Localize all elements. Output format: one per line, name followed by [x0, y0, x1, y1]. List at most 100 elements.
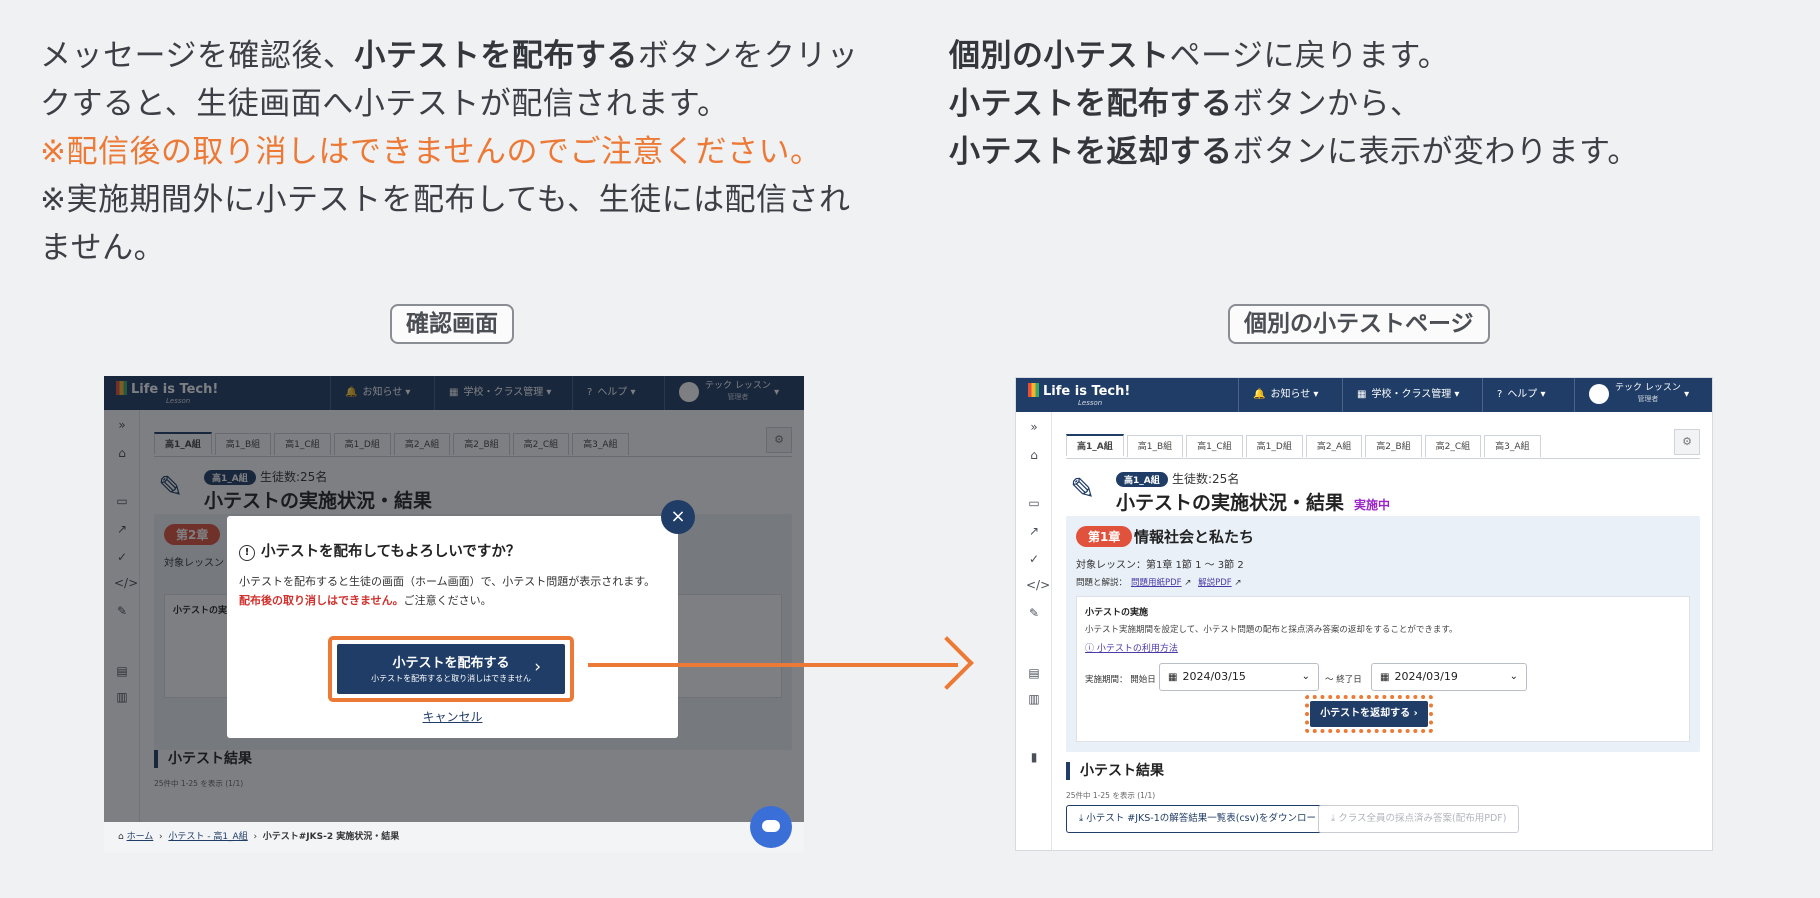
card-title: 小テストの実施 — [1085, 608, 1149, 618]
tab-class[interactable]: 高1_C組 — [1186, 435, 1243, 457]
modal-body: 小テストを配布すると生徒の画面（ホーム画面）で、小テスト問題が表示されます。 配布… — [239, 572, 669, 610]
cancel-link[interactable]: キャンセル — [227, 708, 678, 725]
confirm-modal: ! 小テストを配布してもよろしいですか？ 小テストを配布すると生徒の画面（ホーム画… — [227, 516, 678, 738]
instruction-text: ボタンに表示が変わります。 — [1232, 134, 1639, 170]
help-link-text: 小テストの利用方法 — [1096, 644, 1178, 654]
tab-class[interactable]: 高2_A組 — [1305, 435, 1363, 457]
chart-icon[interactable]: ▮ — [1026, 750, 1042, 764]
tab-class[interactable]: 高1_B組 — [1126, 435, 1184, 457]
tab-class[interactable]: 高1_D組 — [1245, 435, 1303, 457]
chevron-down-icon: ⌄ — [1301, 671, 1310, 682]
end-date-picker[interactable]: ▦ 2024/03/19 ⌄ — [1371, 663, 1527, 691]
status-badge: 実施中 — [1354, 498, 1391, 512]
quiz-page-screenshot: Life is Tech! Lesson 🔔 お知らせ ▾ ▦ 学校・クラス管理 ▾ … — [1015, 377, 1713, 851]
class-badge: 高1_A組 — [1116, 472, 1168, 487]
instruction-bold: 小テストを配布する — [949, 86, 1233, 122]
download-csv-label: 小テスト #JKS-1の解答結果一覧表(csv)をダウンロード — [1086, 813, 1326, 824]
confirm-screenshot: Life is Tech!Lesson 🔔お知らせ ▾ ▦学校・クラス管理 ▾ … — [104, 376, 804, 852]
download-csv-button[interactable]: ⤓ 小テスト #JKS-1の解答結果一覧表(csv)をダウンロード — [1066, 805, 1339, 833]
logo-text: Life is Tech! — [1043, 384, 1131, 399]
instruction-text: ページに戻ります。 — [1169, 38, 1450, 74]
user-name: テック レッスン管理者 — [1615, 383, 1681, 405]
lesson-line: 対象レッスン：第1章 1節 1 〜 3節 2 — [1076, 560, 1244, 571]
class-tabs: 高1_A組高1_B組高1_C組高1_D組高2_A組高2_B組高2_C組高3_A組 — [1066, 434, 1544, 458]
tab-class[interactable]: 高2_B組 — [1365, 435, 1422, 457]
main-content: 高1_A組高1_B組高1_C組高1_D組高2_A組高2_B組高2_C組高3_A組… — [1066, 412, 1712, 850]
calendar-icon: ▦ — [1168, 672, 1178, 683]
download-pdf-button[interactable]: ⤓ クラス全員の採点済み答案(配布用PDF) — [1318, 805, 1520, 833]
tab-divider — [1066, 458, 1700, 459]
instruction-text: ボタンから、 — [1232, 86, 1422, 122]
download-pdf-label: クラス全員の採点済み答案(配布用PDF) — [1338, 813, 1507, 824]
external-link-icon: ↗ — [1234, 578, 1242, 588]
chevron-down-icon: ⌄ — [1509, 671, 1518, 682]
nav-user[interactable]: テック レッスン管理者 ▾ — [1574, 378, 1689, 412]
chapter-badge: 第1章 — [1076, 526, 1133, 547]
end-date-label: 〜 終了日 — [1325, 675, 1362, 685]
results-title: 小テスト結果 — [1066, 762, 1164, 780]
student-count: 生徒数:25名 — [1172, 472, 1240, 486]
start-date-picker[interactable]: ▦ 2024/03/15 ⌄ — [1159, 663, 1319, 691]
app-header: Life is Tech!Lesson 🔔お知らせ ▾ ▦学校・クラス管理 ▾ … — [1016, 378, 1712, 412]
help-icon: ? — [1497, 389, 1503, 400]
instruction-text: メッセージを確認後、 — [40, 38, 355, 74]
app-logo[interactable]: Life is Tech!Lesson — [1028, 383, 1131, 407]
bell-icon: 🔔 — [1253, 389, 1266, 400]
user-role: 管理者 — [1637, 395, 1659, 403]
close-icon[interactable]: × — [661, 500, 695, 534]
tab-class[interactable]: 高3_A組 — [1484, 435, 1541, 457]
expand-icon[interactable]: » — [1026, 420, 1042, 434]
chapter-name: 情報社会と私たち — [1134, 528, 1255, 546]
breadcrumb-home[interactable]: ホーム — [127, 832, 154, 842]
tab-class[interactable]: 高2_C組 — [1424, 435, 1482, 457]
report-icon[interactable]: ▥ — [1026, 692, 1042, 706]
card-description: 小テスト実施期間を設定して、小テスト問題の配布と採点済み答案の返却をすることがで… — [1085, 625, 1458, 635]
breadcrumb: ⌂ ホーム › 小テスト - 高1_A組 › 小テスト#JKS-2 実施状況・結… — [104, 822, 804, 852]
breadcrumb-current: 小テスト#JKS-2 実施状況・結果 — [262, 832, 400, 842]
question-pdf-link[interactable]: 問題用紙PDF — [1131, 578, 1182, 588]
modal-title: ! 小テストを配布してもよろしいですか？ — [239, 540, 520, 561]
user-caret: ▾ — [1684, 389, 1690, 400]
caption-confirm-screen: 確認画面 — [390, 304, 514, 344]
exclamation-icon: ! — [239, 545, 255, 561]
page-title-text: 小テストの実施状況・結果 — [1116, 492, 1345, 514]
page-title: 小テストの実施状況・結果 実施中 — [1116, 488, 1390, 515]
pdf-label: 問題と解説： — [1076, 578, 1128, 588]
logo-sub: Lesson — [1078, 399, 1103, 407]
pencil-icon[interactable]: ✎ — [1026, 606, 1042, 620]
nav-help-label: ヘルプ ▾ — [1507, 389, 1546, 400]
nav-school[interactable]: ▦ 学校・クラス管理 ▾ — [1342, 378, 1459, 412]
caption-quiz-page: 個別の小テストページ — [1228, 304, 1490, 344]
gear-icon[interactable]: ⚙ — [1674, 429, 1700, 455]
nav-news-label: お知らせ ▾ — [1270, 389, 1319, 400]
user-name-text: テック レッスン — [1615, 383, 1681, 393]
instruction-right: 個別の小テストページに戻ります。 小テストを配布するボタンから、 小テストを返却… — [949, 32, 1769, 176]
monitor-icon[interactable]: ▭ — [1026, 496, 1042, 510]
answer-pdf-link[interactable]: 解説PDF — [1198, 578, 1232, 588]
home-small-icon: ⌂ — [118, 832, 127, 842]
nav-news[interactable]: 🔔 お知らせ ▾ — [1238, 378, 1318, 412]
modal-warning-tail: ご注意ください。 — [403, 594, 492, 607]
help-link[interactable]: ⓘ 小テストの利用方法 — [1085, 641, 1178, 654]
home-icon[interactable]: ⌂ — [1026, 448, 1042, 462]
docs-icon[interactable]: ▤ — [1026, 666, 1042, 680]
nav-help[interactable]: ? ヘルプ ▾ — [1482, 378, 1546, 412]
question-circle-icon: ⓘ — [1085, 644, 1097, 654]
period-label: 実施期間： 開始日 — [1085, 675, 1156, 685]
flow-arrow-head — [920, 636, 974, 690]
end-date-value: 2024/03/19 — [1394, 670, 1458, 683]
pdf-links: 問題と解説： 問題用紙PDF ↗ 解説PDF ↗ — [1076, 576, 1242, 588]
instruction-bold: 小テストを配布する — [354, 38, 638, 74]
quiz-card: 小テストの実施 小テスト実施期間を設定して、小テスト問題の配布と採点済み答案の返… — [1076, 596, 1690, 742]
pencil-title-icon: ✎ — [1070, 472, 1096, 507]
logo-mark-icon — [1028, 383, 1039, 397]
breadcrumb-quiz[interactable]: 小テスト - 高1_A組 — [168, 832, 247, 842]
instruction-note: ※実施期間外に小テストを配布しても、生徒には配信されません。 — [40, 182, 851, 266]
code-icon[interactable]: </> — [1026, 578, 1050, 592]
trend-icon[interactable]: ↗ — [1026, 524, 1042, 538]
tab-class[interactable]: 高1_A組 — [1066, 434, 1124, 456]
results-count: 25件中 1-25 を表示 (1/1) — [1066, 791, 1156, 800]
nav-school-label: 学校・クラス管理 ▾ — [1371, 389, 1460, 400]
chat-icon[interactable] — [750, 806, 792, 848]
check-icon[interactable]: ✓ — [1026, 552, 1042, 566]
